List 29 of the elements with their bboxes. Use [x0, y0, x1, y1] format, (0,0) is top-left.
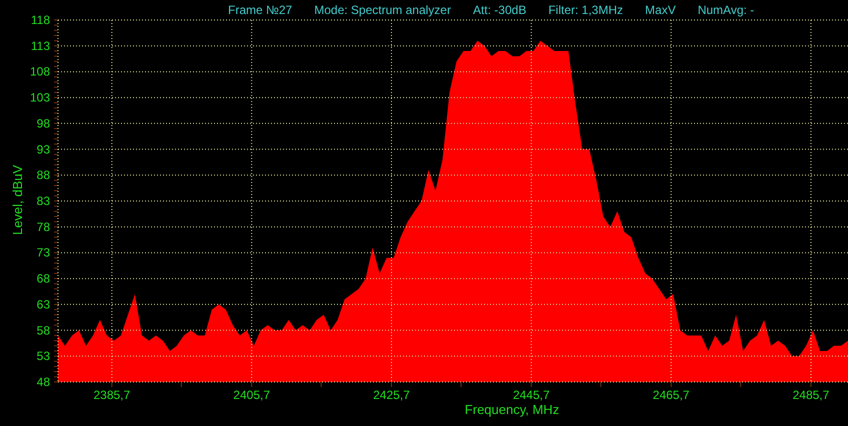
axis-title: Level, dBuV — [10, 164, 25, 236]
status-text: Att: -30dB — [472, 2, 526, 19]
x-tick-label: 2445,7 — [512, 388, 550, 402]
y-tick-label: 103 — [30, 90, 50, 105]
y-tick-label: 98 — [36, 116, 50, 130]
y-tick-label: 63 — [36, 297, 50, 312]
x-tick-label: 2385,7 — [93, 388, 130, 402]
x-tick-label: 2485,7 — [792, 388, 830, 402]
status-text: NumAvg: - — [698, 2, 754, 19]
y-tick-label: 113 — [30, 38, 50, 53]
y-tick-label: 58 — [36, 323, 50, 338]
y-tick-label: 108 — [30, 64, 50, 79]
axis-title: Frequency, MHz — [464, 402, 560, 417]
y-tick-label: 83 — [36, 194, 50, 208]
y-tick-label: 78 — [36, 220, 50, 234]
status-text: MaxV — [645, 2, 676, 19]
y-tick-label: 53 — [36, 349, 50, 364]
status-text: Frame №27 — [228, 2, 292, 19]
x-tick-label: 2405,7 — [233, 388, 270, 402]
status-text: Filter: 1,3MHz — [548, 2, 624, 19]
x-tick-label: 2425,7 — [373, 388, 410, 402]
status-text: Mode: Spectrum analyzer — [314, 2, 451, 19]
y-tick-label: 68 — [36, 272, 50, 286]
y-tick-label: 118 — [30, 13, 50, 27]
y-tick-label: 88 — [36, 168, 50, 182]
x-tick-label: 2465,7 — [652, 388, 690, 402]
y-tick-label: 93 — [36, 142, 50, 156]
y-tick-label: 73 — [36, 246, 50, 260]
y-tick-label: 48 — [36, 375, 50, 389]
